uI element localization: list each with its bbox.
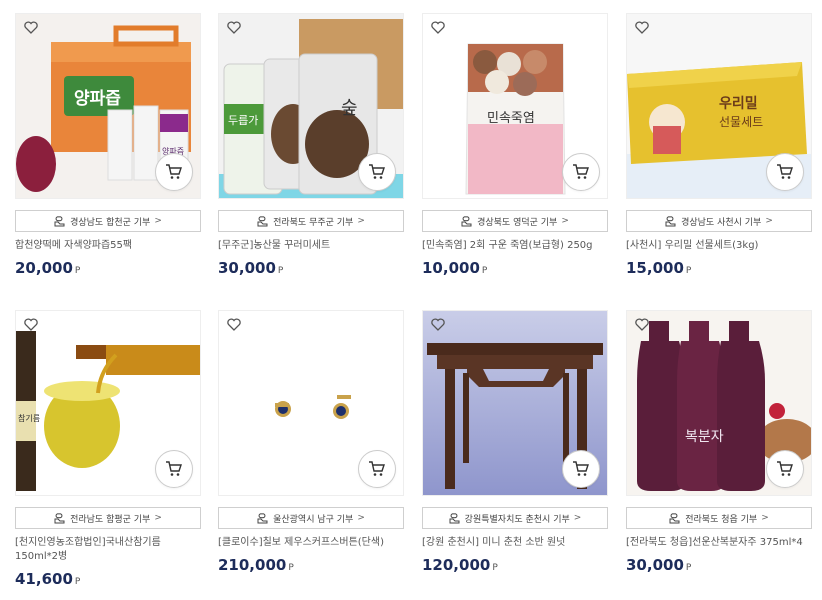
product-card[interactable]: 울산광역시 남구 기부 > [클로이수]칠보 제우스커프스버튼(단색) 210,0…: [218, 310, 404, 574]
donate-icon: [54, 215, 65, 226]
donate-icon: [665, 215, 676, 226]
donation-region-label: 울산광역시 남구 기부: [273, 514, 354, 525]
donation-region-label: 경상남도 합천군 기부: [70, 217, 151, 228]
svg-text:양파즙: 양파즙: [74, 89, 121, 109]
donation-region-label: 전라북도 청읍 기부: [685, 514, 758, 525]
donation-region-button[interactable]: 경상남도 사천시 기부 >: [626, 210, 812, 232]
add-to-cart-button[interactable]: [766, 450, 804, 488]
product-price: 20,000 P: [15, 259, 81, 277]
cart-icon: [369, 164, 385, 179]
product-image[interactable]: 두릅가 숲: [218, 13, 404, 199]
product-card[interactable]: 민속죽염 경상북도 영덕군 기부 > [민속죽염] 2회 구운 죽염(보급형) 2…: [422, 13, 608, 277]
product-price: 120,000 P: [422, 556, 498, 574]
product-name[interactable]: [무주군]농산물 꾸러미세트: [218, 239, 404, 253]
cart-icon: [777, 164, 793, 179]
donation-region-label: 강원특별자치도 춘천시 기부: [464, 514, 570, 525]
add-to-cart-button[interactable]: [562, 153, 600, 191]
donation-region-button[interactable]: 전라북도 무주군 기부 >: [218, 210, 404, 232]
heart-icon[interactable]: [430, 19, 446, 35]
product-image[interactable]: 참기름: [15, 310, 201, 496]
chevron-right-icon: >: [154, 216, 162, 226]
heart-icon[interactable]: [23, 316, 39, 332]
chevron-right-icon: >: [573, 513, 582, 523]
product-name[interactable]: [사천시] 우리밀 선물세트(3kg): [626, 239, 812, 253]
add-to-cart-button[interactable]: [358, 450, 396, 488]
cart-icon: [166, 461, 182, 476]
chevron-right-icon: >: [357, 216, 365, 226]
donate-icon: [54, 512, 65, 523]
chevron-right-icon: >: [761, 513, 769, 523]
heart-icon[interactable]: [634, 19, 650, 35]
chevron-right-icon: >: [357, 513, 365, 523]
product-card[interactable]: 우리밀 선물세트 경상남도 사천시 기부 > [사천시] 우리밀 선물세트(3kg…: [626, 13, 812, 277]
donation-region-button[interactable]: 경상남도 합천군 기부 >: [15, 210, 201, 232]
donation-region-button[interactable]: 울산광역시 남구 기부 >: [218, 507, 404, 529]
donation-region-label: 전라남도 함평군 기부: [70, 514, 151, 525]
product-price: 30,000 P: [626, 556, 692, 574]
product-image[interactable]: 민속죽염: [422, 13, 608, 199]
product-price: 10,000 P: [422, 259, 488, 277]
svg-text:복분자: 복분자: [685, 429, 724, 445]
product-image[interactable]: [218, 310, 404, 496]
svg-text:선물세트: 선물세트: [719, 115, 763, 129]
svg-text:우리밀: 우리밀: [719, 96, 758, 112]
donation-region-button[interactable]: 전라남도 함평군 기부 >: [15, 507, 201, 529]
product-card[interactable]: 참기름 전라남도 함평군 기부 > [천지인영농조합법인]국내산참기름150ml*…: [15, 310, 201, 588]
donation-region-button[interactable]: 전라북도 청읍 기부 >: [626, 507, 812, 529]
svg-text:숲: 숲: [341, 98, 358, 119]
donate-icon: [257, 215, 268, 226]
product-name[interactable]: [천지인영농조합법인]국내산참기름150ml*2병: [15, 536, 201, 564]
svg-text:참기름: 참기름: [18, 413, 40, 423]
add-to-cart-button[interactable]: [155, 153, 193, 191]
product-card[interactable]: 복분자 전라북도 청읍 기부 > [전라북도 청읍]선운산복분자주 375ml*4…: [626, 310, 812, 574]
heart-icon[interactable]: [226, 316, 242, 332]
donate-icon: [461, 215, 472, 226]
product-image[interactable]: [422, 310, 608, 496]
add-to-cart-button[interactable]: [766, 153, 804, 191]
donation-region-button[interactable]: 강원특별자치도 춘천시 기부 >: [422, 507, 608, 529]
product-name[interactable]: 합천양떡메 자색양파즙55팩: [15, 239, 201, 253]
add-to-cart-button[interactable]: [155, 450, 193, 488]
heart-icon[interactable]: [226, 19, 242, 35]
product-price: 30,000 P: [218, 259, 284, 277]
cart-icon: [166, 164, 182, 179]
heart-icon[interactable]: [634, 316, 650, 332]
product-name[interactable]: [강원 춘천시] 미니 춘천 소반 원넛: [422, 536, 608, 550]
product-name[interactable]: [클로이수]칠보 제우스커프스버튼(단색): [218, 536, 404, 550]
donate-icon: [669, 512, 680, 523]
product-price: 210,000 P: [218, 556, 294, 574]
product-image[interactable]: 복분자: [626, 310, 812, 496]
chevron-right-icon: >: [765, 216, 773, 226]
donation-region-label: 경상남도 사천시 기부: [681, 217, 762, 228]
add-to-cart-button[interactable]: [562, 450, 600, 488]
cart-icon: [573, 164, 589, 179]
donation-region-label: 경상북도 영덕군 기부: [477, 217, 558, 228]
donation-region-label: 전라북도 무주군 기부: [273, 217, 354, 228]
product-price: 15,000 P: [626, 259, 692, 277]
add-to-cart-button[interactable]: [358, 153, 396, 191]
product-name[interactable]: [전라북도 청읍]선운산복분자주 375ml*4: [626, 536, 812, 550]
donate-icon: [257, 512, 268, 523]
donate-icon: [449, 512, 460, 523]
product-card[interactable]: 양파즙 양파즙 경상남도 합천군 기부 > 합천양떡메 자색양파즙55팩 20,0…: [15, 13, 201, 277]
product-card[interactable]: 두릅가 숲 전라북도 무주군 기부 > [무주군]농산물 꾸러미세트 30,000…: [218, 13, 404, 277]
chevron-right-icon: >: [154, 513, 162, 523]
product-price: 41,600 P: [15, 570, 81, 588]
heart-icon[interactable]: [430, 316, 446, 332]
cart-icon: [369, 461, 385, 476]
product-card[interactable]: 강원특별자치도 춘천시 기부 > [강원 춘천시] 미니 춘천 소반 원넛 120…: [422, 310, 608, 574]
donation-region-button[interactable]: 경상북도 영덕군 기부 >: [422, 210, 608, 232]
cart-icon: [777, 461, 793, 476]
heart-icon[interactable]: [23, 19, 39, 35]
product-image[interactable]: 우리밀 선물세트: [626, 13, 812, 199]
svg-text:두릅가: 두릅가: [228, 114, 258, 127]
product-name[interactable]: [민속죽염] 2회 구운 죽염(보급형) 250g: [422, 239, 608, 253]
product-image[interactable]: 양파즙 양파즙: [15, 13, 201, 199]
svg-text:민속죽염: 민속죽염: [487, 111, 535, 126]
cart-icon: [573, 461, 589, 476]
chevron-right-icon: >: [561, 216, 569, 226]
